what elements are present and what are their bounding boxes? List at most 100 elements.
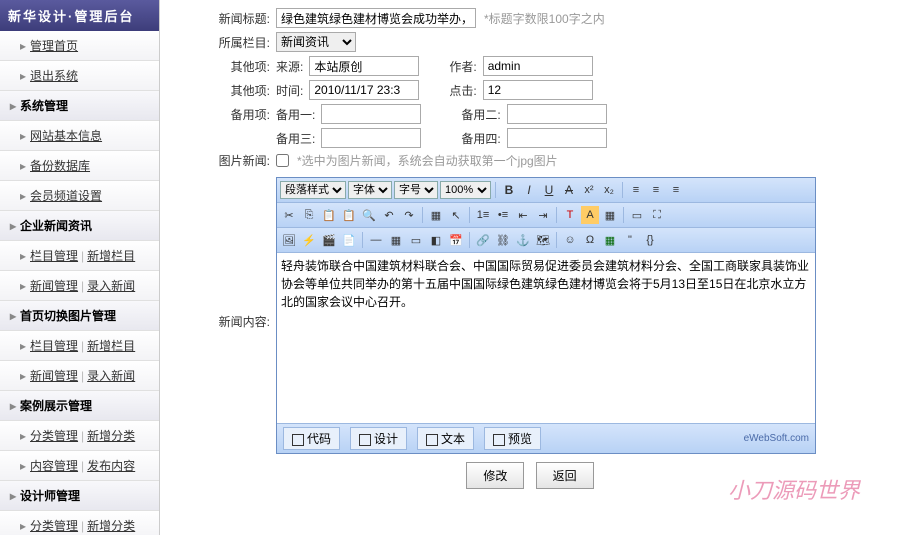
sidebar-group[interactable]: ▸系统管理	[0, 91, 159, 121]
unlink-icon[interactable]: ⛓	[494, 231, 512, 249]
find-icon[interactable]: 🔍	[360, 206, 378, 224]
strike-icon[interactable]: A	[560, 181, 578, 199]
pic-checkbox[interactable]	[276, 154, 289, 167]
tab-text[interactable]: 文本	[417, 427, 474, 450]
tab-code[interactable]: 代码	[283, 427, 340, 450]
sidebar-link[interactable]: ▸会员频道设置	[0, 181, 159, 211]
toggle-icon[interactable]: ▭	[628, 206, 646, 224]
char-icon[interactable]: Ω	[581, 231, 599, 249]
chevron-icon: ▸	[20, 129, 26, 143]
layer-icon[interactable]: ◧	[427, 231, 445, 249]
zoom-select[interactable]: 100%	[440, 181, 491, 199]
paste-word-icon[interactable]: 📋	[340, 206, 358, 224]
flash-icon[interactable]: ⚡	[300, 231, 318, 249]
back-button[interactable]: 返回	[536, 462, 594, 489]
style-select[interactable]: 段落样式	[280, 181, 346, 199]
tab-preview[interactable]: 预览	[484, 427, 541, 450]
underline-icon[interactable]: U	[540, 181, 558, 199]
spare3-label: 备用三:	[276, 130, 315, 147]
modify-button[interactable]: 修改	[466, 462, 524, 489]
tab-design[interactable]: 设计	[350, 427, 407, 450]
spare4-input[interactable]	[507, 128, 607, 148]
bold-icon[interactable]: B	[500, 181, 518, 199]
title-label: 新闻标题:	[170, 10, 270, 27]
design-tab-icon	[359, 434, 371, 446]
author-input[interactable]	[483, 56, 593, 76]
ol-icon[interactable]: 1≡	[474, 206, 492, 224]
source-input[interactable]	[309, 56, 419, 76]
sidebar-link-a[interactable]: 栏目管理	[30, 249, 78, 263]
link-icon[interactable]: 🔗	[474, 231, 492, 249]
time-input[interactable]	[309, 80, 419, 100]
sidebar-group[interactable]: ▸案例展示管理	[0, 391, 159, 421]
category-select[interactable]: 新闻资讯	[276, 32, 356, 52]
sidebar-link-b[interactable]: 发布内容	[87, 459, 135, 473]
table-icon[interactable]: ▦	[387, 231, 405, 249]
sidebar-group[interactable]: ▸设计师管理	[0, 481, 159, 511]
code-icon[interactable]: {}	[641, 231, 659, 249]
date-icon[interactable]: 📅	[447, 231, 465, 249]
sidebar-link-b[interactable]: 新增分类	[87, 519, 135, 533]
spare1-input[interactable]	[321, 104, 421, 124]
map-icon[interactable]: 🗺	[534, 231, 552, 249]
sidebar-link-a[interactable]: 分类管理	[30, 429, 78, 443]
emoji-icon[interactable]: ☺	[561, 231, 579, 249]
select-all-icon[interactable]: ▦	[427, 206, 445, 224]
author-label: 作者:	[449, 58, 476, 75]
fullscreen-icon[interactable]: ⛶	[648, 206, 666, 224]
italic-icon[interactable]: I	[520, 181, 538, 199]
file-icon[interactable]: 📄	[340, 231, 358, 249]
sidebar-link-b[interactable]: 录入新闻	[87, 279, 135, 293]
spare3-input[interactable]	[321, 128, 421, 148]
bgcolor-icon[interactable]: A	[581, 206, 599, 224]
sidebar-link-a[interactable]: 内容管理	[30, 459, 78, 473]
align-right-icon[interactable]: ≡	[667, 181, 685, 199]
chevron-icon: ▸	[20, 249, 26, 263]
anchor-icon[interactable]: ⚓	[514, 231, 532, 249]
sidebar-link-a[interactable]: 新闻管理	[30, 279, 78, 293]
sidebar-link[interactable]: ▸退出系统	[0, 61, 159, 91]
align-left-icon[interactable]: ≡	[627, 181, 645, 199]
sidebar-link-b[interactable]: 新增分类	[87, 429, 135, 443]
chevron-icon: ▸	[10, 99, 16, 113]
undo-icon[interactable]: ↶	[380, 206, 398, 224]
fgcolor-icon[interactable]: T	[561, 206, 579, 224]
sidebar-link-b[interactable]: 录入新闻	[87, 369, 135, 383]
sidebar-link[interactable]: ▸管理首页	[0, 31, 159, 61]
copy-icon[interactable]: ⎘	[300, 206, 318, 224]
align-center-icon[interactable]: ≡	[647, 181, 665, 199]
font-select[interactable]: 字体	[348, 181, 392, 199]
sub-icon[interactable]: x₂	[600, 181, 618, 199]
sidebar-link[interactable]: ▸备份数据库	[0, 151, 159, 181]
hr-icon[interactable]: —	[367, 231, 385, 249]
sidebar-link-a[interactable]: 栏目管理	[30, 339, 78, 353]
pic-hint: *选中为图片新闻，系统会自动获取第一个jpg图片	[297, 152, 558, 169]
media-icon[interactable]: 🎬	[320, 231, 338, 249]
sidebar-link-a[interactable]: 分类管理	[30, 519, 78, 533]
sidebar-group[interactable]: ▸企业新闻资讯	[0, 211, 159, 241]
paste-icon[interactable]: 📋	[320, 206, 338, 224]
sidebar-link[interactable]: ▸网站基本信息	[0, 121, 159, 151]
outdent-icon[interactable]: ⇤	[514, 206, 532, 224]
sidebar-group[interactable]: ▸首页切换图片管理	[0, 301, 159, 331]
cursor-icon[interactable]: ↖	[447, 206, 465, 224]
chevron-icon: ▸	[20, 429, 26, 443]
sidebar-link-b[interactable]: 新增栏目	[87, 339, 135, 353]
editor-content[interactable]: 轻舟装饰联合中国建筑材料联合会、中国国际贸易促进委员会建筑材料分会、全国工商联家…	[277, 253, 815, 423]
indent-icon[interactable]: ⇥	[534, 206, 552, 224]
redo-icon[interactable]: ↷	[400, 206, 418, 224]
excel-icon[interactable]: ▦	[601, 231, 619, 249]
sidebar-link-a[interactable]: 新闻管理	[30, 369, 78, 383]
tablebg-icon[interactable]: ▦	[601, 206, 619, 224]
size-select[interactable]: 字号	[394, 181, 438, 199]
ul-icon[interactable]: •≡	[494, 206, 512, 224]
sup-icon[interactable]: x²	[580, 181, 598, 199]
image-icon[interactable]: 🖼	[280, 231, 298, 249]
form-icon[interactable]: ▭	[407, 231, 425, 249]
cut-icon[interactable]: ✂	[280, 206, 298, 224]
quote-icon[interactable]: "	[621, 231, 639, 249]
hits-input[interactable]	[483, 80, 593, 100]
title-input[interactable]	[276, 8, 476, 28]
sidebar-link-b[interactable]: 新增栏目	[87, 249, 135, 263]
spare2-input[interactable]	[507, 104, 607, 124]
